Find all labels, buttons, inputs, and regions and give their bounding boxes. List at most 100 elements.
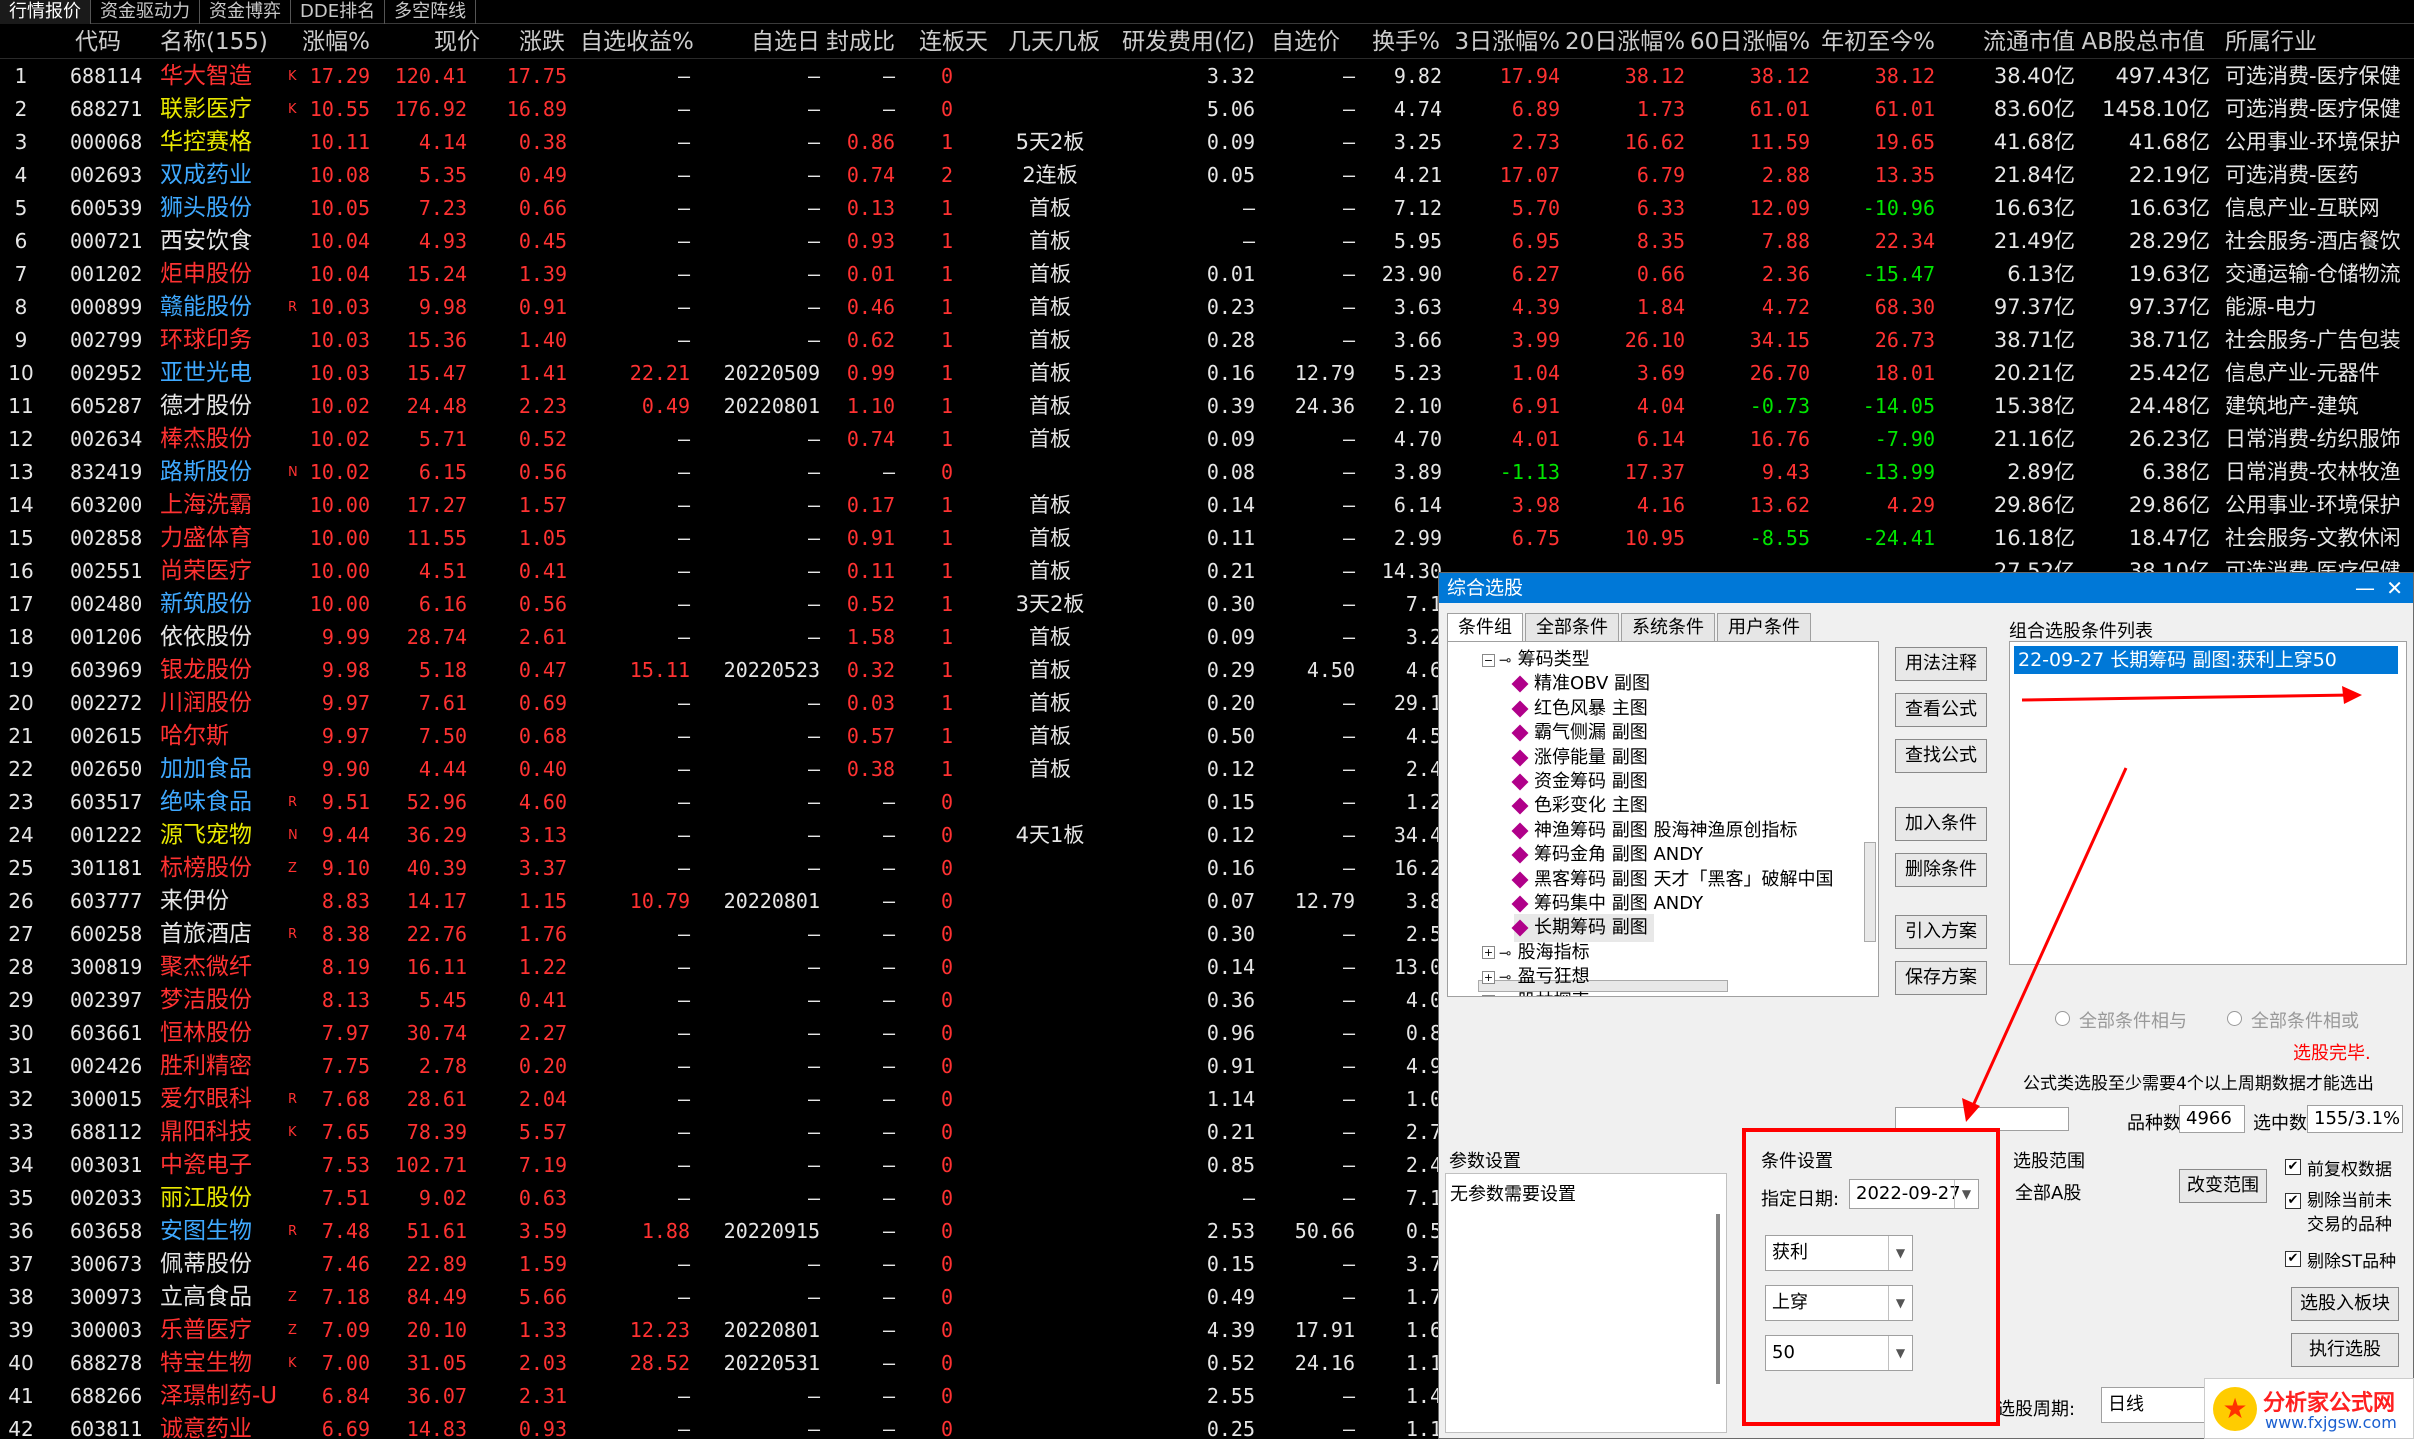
column-header[interactable]: 60日涨幅% [1690, 26, 1810, 59]
combo-condition-item[interactable]: 22-09-27 长期筹码 副图:获利上穿50 [2014, 646, 2398, 674]
expand-icon[interactable]: + [1482, 946, 1495, 960]
column-header[interactable]: 3日涨幅% [1440, 26, 1561, 59]
self-price: 12.79 [1294, 361, 1355, 385]
price: 4.14 [418, 130, 467, 154]
condition-tree[interactable]: − ⊸ 筹码类型 精准OBV 副图 红色风暴 主图 霸气侧漏 副图 涨停能量 副图 资金筹码 … [1447, 641, 1879, 997]
tab-long-short[interactable]: 多空阵线 [385, 0, 477, 24]
change-ytd: 26.73 [1874, 328, 1935, 352]
row-index: 18 [8, 625, 34, 649]
rd-expense: 1.14 [1206, 1087, 1255, 1111]
column-header[interactable]: 20日涨幅% [1565, 26, 1685, 59]
table-row[interactable]: 1 688114 华大智造 K 17.29 120.41 17.75 — — — 0 3.32 — 9.8… [0, 60, 2414, 93]
table-row[interactable]: 8 000899 赣能股份 R 10.03 9.98 0.91 — — 0.46 1 首板 0.23 — 3… [0, 291, 2414, 324]
rd-expense: 0.09 [1206, 427, 1255, 451]
table-row[interactable]: 2 688271 联影医疗 K 10.55 176.92 16.89 — — — 0 5.06 — 4.7… [0, 93, 2414, 126]
self-price: — [1342, 295, 1355, 319]
table-row[interactable]: 11 605287 德才股份 10.02 24.48 2.23 0.49 20220801 1.… [0, 390, 2414, 423]
column-header[interactable]: 自选价 [1260, 26, 1340, 59]
tab-condition-group[interactable]: 条件组 [1447, 613, 1523, 641]
close-icon[interactable]: ✕ [2386, 573, 2403, 603]
total-cap: 16.63亿 [2128, 196, 2210, 220]
tree-vscrollbar[interactable] [1864, 842, 1876, 942]
minimize-icon[interactable]: — [2355, 573, 2375, 603]
change-20d: 38.12 [1624, 64, 1685, 88]
turnover: 13.0 [1393, 955, 1442, 979]
expand-icon[interactable]: − [1482, 653, 1495, 667]
column-header[interactable]: 几天几板 [1000, 26, 1100, 59]
change-range-button[interactable]: 改变范围 [2179, 1169, 2267, 1203]
combo-condition-list[interactable]: 22-09-27 长期筹码 副图:获利上穿50 [2009, 641, 2407, 965]
tree-node[interactable]: + ⊸ 股林探索 [1482, 988, 1590, 996]
column-header[interactable]: 现价 [380, 26, 480, 59]
self-date: 20220523 [723, 658, 820, 682]
stock-code: 300673 [70, 1252, 143, 1276]
change-20d: 17.37 [1624, 460, 1685, 484]
execute-screen-button[interactable]: 执行选股 [2291, 1333, 2399, 1367]
tree-node-label: 红色风暴 主图 [1534, 697, 1648, 719]
change: 2.23 [518, 394, 567, 418]
table-row[interactable]: 12 002634 棒杰股份 10.02 5.71 0.52 — — 0.74 1 首板 0.09 — 4… [0, 423, 2414, 456]
logo-url: www.fxjgsw.com [2265, 1413, 2397, 1432]
column-header[interactable]: 涨跌 [470, 26, 565, 59]
column-header[interactable]: 研发费用(亿) [1115, 26, 1255, 59]
param-scrollbar[interactable] [1716, 1214, 1720, 1384]
checkbox-forward-adjust[interactable]: ✔ [2285, 1159, 2301, 1175]
stock-name: 棒杰股份 [160, 426, 252, 452]
column-header[interactable]: 流通市值 [1970, 26, 2075, 59]
change: 0.93 [518, 1417, 567, 1439]
tab-all-conditions[interactable]: 全部条件 [1525, 613, 1619, 641]
save-plan-button[interactable]: 保存方案 [1895, 961, 1987, 995]
table-row[interactable]: 15 002858 力盛体育 10.00 11.55 1.05 — — 0.91 1 首板 0.11 —… [0, 522, 2414, 555]
period-select[interactable]: 日线 [2101, 1387, 2211, 1423]
find-formula-button[interactable]: 查找公式 [1895, 739, 1987, 773]
column-header[interactable]: 所属行业 [2225, 26, 2317, 59]
table-row[interactable]: 3 000068 华控赛格 10.11 4.14 0.38 — — 0.86 1 5天2板 0.09 —… [0, 126, 2414, 159]
import-plan-button[interactable]: 引入方案 [1895, 915, 1987, 949]
usage-notes-button[interactable]: 用法注释 [1895, 647, 1987, 681]
table-row[interactable]: 5 600539 狮头股份 10.05 7.23 0.66 — — 0.13 1 首板 — — 7.12 5… [0, 192, 2414, 225]
column-header[interactable]: 代码 [75, 26, 121, 59]
column-header[interactable]: 自选日 [725, 26, 820, 59]
column-header[interactable]: AB股总市值 [2075, 26, 2205, 59]
add-to-block-button[interactable]: 选股入板块 [2291, 1287, 2399, 1321]
self-date: — [807, 328, 820, 352]
tab-fund-game[interactable]: 资金博弈 [200, 0, 291, 24]
tab-dde-rank[interactable]: DDE排名 [291, 0, 386, 24]
column-header[interactable]: 年初至今% [1815, 26, 1935, 59]
table-row[interactable]: 9 002799 环球印务 10.03 15.36 1.40 — — 0.62 1 首板 0.28 — 3… [0, 324, 2414, 357]
table-row[interactable]: 4 002693 双成药业 10.08 5.35 0.49 — — 0.74 2 2连板 0.05 — 4… [0, 159, 2414, 192]
stock-name: 哈尔斯 [160, 723, 229, 749]
column-header[interactable]: 名称(155) [160, 26, 268, 59]
stock-name: 新筑股份 [160, 591, 252, 617]
table-row[interactable]: 6 000721 西安饮食 10.04 4.93 0.45 — — 0.93 1 首板 — — 5.95 6… [0, 225, 2414, 258]
industry: 信息产业-元器件 [2225, 361, 2380, 385]
change-pct: 9.98 [321, 658, 370, 682]
tab-quotes[interactable]: 行情报价 [0, 0, 91, 24]
change-pct: 10.00 [309, 526, 370, 550]
tab-fund-drive[interactable]: 资金驱动力 [91, 0, 200, 24]
tab-system-conditions[interactable]: 系统条件 [1621, 613, 1715, 641]
delete-condition-button[interactable]: 删除条件 [1895, 853, 1987, 887]
table-row[interactable]: 13 832419 路斯股份 N 10.02 6.15 0.56 — — — 0 0.08 — 3.89 -… [0, 456, 2414, 489]
column-header[interactable]: 涨幅% [300, 26, 370, 59]
column-header[interactable]: 换手% [1360, 26, 1440, 59]
radio-all-or[interactable] [2227, 1011, 2242, 1026]
board-days: 1 [940, 559, 953, 583]
column-header[interactable]: 自选收益% [580, 26, 694, 59]
checkbox-exclude-untraded[interactable]: ✔ [2285, 1193, 2301, 1209]
table-row[interactable]: 7 001202 炬申股份 10.04 15.24 1.39 — — 0.01 1 首板 0.01 — 2… [0, 258, 2414, 291]
expand-icon[interactable]: + [1482, 995, 1495, 996]
table-row[interactable]: 14 603200 上海洗霸 10.00 17.27 1.57 — — 0.17 1 首板 0.14 —… [0, 489, 2414, 522]
checkbox-exclude-st[interactable]: ✔ [2285, 1251, 2301, 1267]
column-header[interactable]: 连板天 [908, 26, 988, 59]
radio-all-and[interactable] [2055, 1011, 2070, 1026]
tab-user-conditions[interactable]: 用户条件 [1717, 613, 1811, 641]
column-header[interactable]: 封成比 [820, 26, 895, 59]
self-return: — [677, 757, 690, 781]
expand-icon[interactable]: + [1482, 970, 1495, 984]
view-formula-button[interactable]: 查看公式 [1895, 693, 1987, 727]
seal-ratio: 0.62 [846, 328, 895, 352]
board-days: 0 [940, 922, 953, 946]
table-row[interactable]: 10 002952 亚世光电 10.03 15.47 1.41 22.21 20220509 0… [0, 357, 2414, 390]
add-condition-button[interactable]: 加入条件 [1895, 807, 1987, 841]
